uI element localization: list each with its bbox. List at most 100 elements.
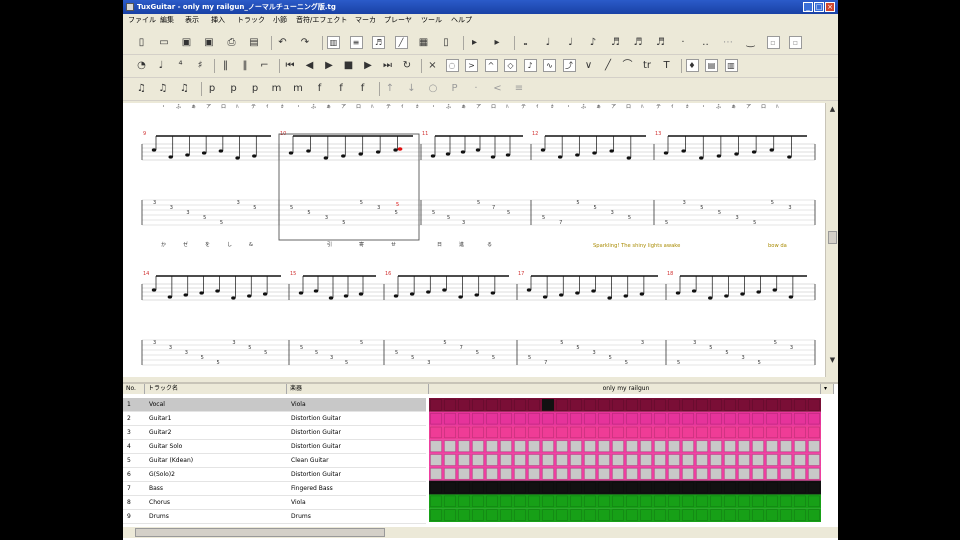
menu-file[interactable]: ファイル — [128, 14, 156, 27]
track-row[interactable]: 3 Guitar2 Distortion Guitar — [123, 426, 426, 440]
dynamic-pp-icon[interactable]: p — [227, 82, 240, 95]
col-header-name[interactable]: トラック名 — [145, 384, 287, 394]
menu-edit[interactable]: 編集 — [160, 14, 174, 27]
menu-marker[interactable]: マーカ — [355, 14, 376, 27]
loop-icon[interactable]: ↻ — [401, 59, 414, 72]
bend-icon[interactable]: ⤴ — [562, 59, 576, 72]
quarter-note-icon[interactable]: ♩ — [564, 36, 577, 49]
slide-icon[interactable]: ╱ — [602, 59, 615, 72]
double-dotted-icon[interactable]: ‥ — [699, 36, 712, 49]
let-ring-icon[interactable]: ○ — [427, 82, 440, 95]
dead-note-icon[interactable]: × — [426, 59, 439, 72]
layout-linear-icon[interactable]: ≡ — [349, 36, 363, 49]
voice-1-icon[interactable]: ▫ — [766, 36, 780, 49]
vibrato-icon[interactable]: ∿ — [543, 59, 556, 72]
dynamic-f-icon[interactable]: f — [313, 82, 326, 95]
dynamic-fff-icon[interactable]: f — [356, 82, 369, 95]
track-row[interactable]: 9 Drums Drums — [123, 510, 426, 524]
alternative-ending-icon[interactable]: ⌐ — [258, 59, 271, 72]
harmonic-icon[interactable]: ◇ — [504, 59, 517, 72]
remove-measure-icon[interactable]: ▸ — [491, 36, 504, 49]
menu-player[interactable]: プレーヤ — [384, 14, 412, 27]
division-type-icon[interactable]: ⋯ — [722, 36, 735, 49]
new-file-icon[interactable]: ▯ — [135, 36, 148, 49]
sixteenth-note-icon[interactable]: ♬ — [609, 36, 622, 49]
heavy-accent-icon[interactable]: ^ — [484, 59, 498, 72]
triplet-feel-sixteenth-icon[interactable]: ♫ — [178, 82, 191, 95]
time-signature-icon[interactable]: ⁴ — [174, 59, 187, 72]
tied-note-icon[interactable]: ‿ — [744, 36, 757, 49]
maximize-icon[interactable]: □ — [814, 2, 824, 12]
hammer-icon[interactable]: ⌒ — [621, 59, 634, 72]
dynamic-mf-icon[interactable]: m — [292, 82, 305, 95]
layout-page-icon[interactable]: ▥ — [327, 36, 340, 49]
scroll-down-icon[interactable]: ▼ — [828, 356, 837, 365]
ghost-note-icon[interactable]: ◌ — [445, 59, 459, 72]
repeat-close-icon[interactable]: ‖ — [239, 59, 252, 72]
track-row[interactable]: 2 Guitar1 Distortion Guitar — [123, 412, 426, 426]
metronome-icon[interactable]: ◔ — [135, 59, 148, 72]
thirty-second-note-icon[interactable]: ♬ — [632, 36, 645, 49]
score-view[interactable]: ・ ふ ぁ ア ロ ﾊ テ ｲ ｶ ・ ふ ぁ ア ロ ﾊ テ ｲ ｶ ・ ふ ぁ ア ロ ﾊ テ ｲ ｶ ・ ふ ぁ ア ロ ﾊ テ ｲ ｶ ・ ふ ぁ ア… — [123, 103, 825, 377]
trill-icon[interactable]: tr — [641, 59, 654, 72]
mic-icon[interactable]: ♦ — [685, 59, 699, 72]
half-note-icon[interactable]: ♩ — [542, 36, 555, 49]
play-icon[interactable]: ▶ — [323, 59, 336, 72]
triplet-feel-eighth-icon[interactable]: ♫ — [157, 82, 170, 95]
track-row[interactable]: 5 Guitar (Kdean) Clean Guitar — [123, 454, 426, 468]
col-header-no[interactable]: No. — [123, 384, 145, 394]
tremolo-picking-icon[interactable]: ≡ — [513, 82, 526, 95]
dynamic-p-icon[interactable]: p — [249, 82, 262, 95]
open-file-icon[interactable]: ▭ — [158, 36, 171, 49]
dynamic-ff-icon[interactable]: f — [335, 82, 348, 95]
track-row[interactable]: 6 G(Solo)2 Distortion Guitar — [123, 468, 426, 482]
palm-mute-icon[interactable]: P — [448, 82, 461, 95]
measure-grid-canvas[interactable] — [429, 398, 821, 522]
accentuated-note-icon[interactable]: > — [465, 59, 478, 72]
tablature-view-icon[interactable]: ╱ — [394, 36, 408, 49]
undo-icon[interactable]: ↶ — [276, 36, 289, 49]
scroll-up-icon[interactable]: ▲ — [828, 105, 837, 114]
horizontal-scroll-thumb[interactable] — [135, 528, 385, 537]
sixty-fourth-note-icon[interactable]: ♬ — [654, 36, 667, 49]
piano-icon[interactable]: ▥ — [724, 59, 738, 72]
score-view-icon[interactable]: ♬ — [372, 36, 385, 49]
repeat-open-icon[interactable]: ‖ — [219, 59, 232, 72]
scroll-thumb[interactable] — [828, 231, 837, 244]
menu-help[interactable]: ヘルプ — [451, 14, 472, 27]
next-measure-icon[interactable]: ▶ — [362, 59, 375, 72]
menu-track[interactable]: トラック — [237, 14, 265, 27]
dynamic-mp-icon[interactable]: m — [270, 82, 283, 95]
menu-tools[interactable]: ツール — [421, 14, 442, 27]
print-icon[interactable]: ⎙ — [225, 36, 238, 49]
dynamic-ppp-icon[interactable]: p — [206, 82, 219, 95]
track-row[interactable]: 8 Chorus Viola — [123, 496, 426, 510]
tapping-icon[interactable]: T — [660, 59, 673, 72]
redo-icon[interactable]: ↷ — [299, 36, 312, 49]
horizontal-scrollbar[interactable] — [123, 527, 838, 538]
first-measure-icon[interactable]: ⏮ — [284, 59, 297, 72]
col-header-instrument[interactable]: 楽器 — [287, 384, 429, 394]
chevron-down-icon[interactable]: ▾ — [821, 384, 834, 394]
stop-icon[interactable]: ■ — [342, 59, 355, 72]
stroke-up-icon[interactable]: ↑ — [384, 82, 397, 95]
stroke-down-icon[interactable]: ↓ — [405, 82, 418, 95]
score-canvas[interactable]: ・ ふ ぁ ア ロ ﾊ テ ｲ ｶ ・ ふ ぁ ア ロ ﾊ テ ｲ ｶ ・ ふ ぁ ア ロ ﾊ テ ｲ ｶ ・ ふ ぁ ア ロ ﾊ テ ｲ ｶ ・ ふ ぁ ア… — [123, 103, 825, 377]
save-icon[interactable]: ▣ — [180, 36, 193, 49]
whole-note-icon[interactable]: 𝅝 — [519, 36, 532, 49]
fade-in-icon[interactable]: < — [491, 82, 504, 95]
close-icon[interactable]: × — [825, 2, 835, 12]
menu-insert[interactable]: 挿入 — [211, 14, 225, 27]
eighth-note-icon[interactable]: ♪ — [587, 36, 600, 49]
minimize-icon[interactable]: _ — [803, 2, 813, 12]
voice-2-icon[interactable]: ▫ — [789, 36, 802, 49]
score-vertical-scrollbar[interactable]: ▲ ▼ — [825, 103, 838, 377]
fretboard-icon[interactable]: ▤ — [705, 59, 718, 72]
key-signature-icon[interactable]: ♯ — [194, 59, 207, 72]
triplet-feel-none-icon[interactable]: ♫ — [135, 82, 148, 95]
grace-note-icon[interactable]: ♪ — [523, 59, 537, 72]
tremolo-bar-icon[interactable]: ∨ — [582, 59, 595, 72]
prev-measure-icon[interactable]: ◀ — [303, 59, 316, 72]
track-row[interactable]: 7 Bass Fingered Bass — [123, 482, 426, 496]
save-as-icon[interactable]: ▣ — [203, 36, 216, 49]
